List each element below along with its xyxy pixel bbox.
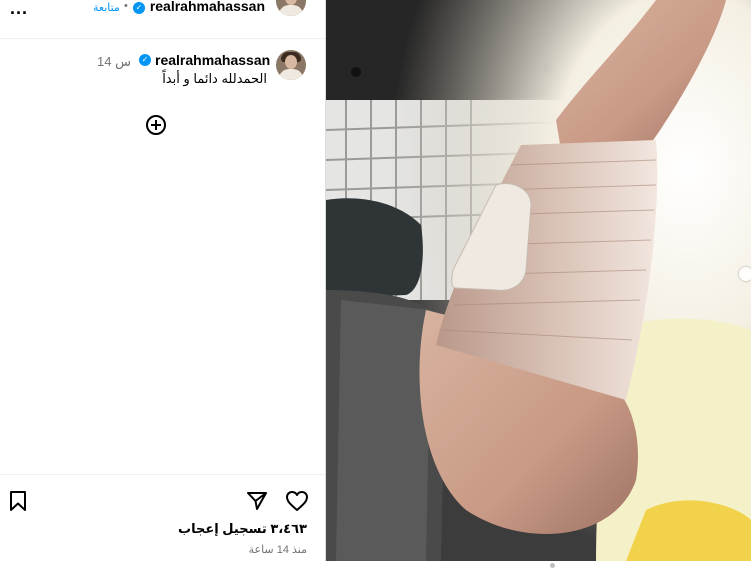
caption-text: الحمدلله دائما و أبداً — [162, 71, 267, 86]
header-username[interactable]: realrahmahassan — [150, 0, 265, 14]
add-comment-icon[interactable] — [146, 115, 166, 135]
divider — [0, 474, 325, 475]
share-icon[interactable] — [246, 490, 268, 512]
header-avatar[interactable] — [276, 0, 306, 16]
caption-username[interactable]: realrahmahassan — [155, 52, 270, 68]
verified-icon: ✓ — [133, 2, 145, 14]
post-header: ... متابعة • ✓ realrahmahassan — [0, 0, 325, 39]
next-arrow-icon[interactable] — [739, 267, 751, 281]
likes-count[interactable]: ٣،٤٦٣ تسجيل إعجاب — [178, 521, 307, 537]
photo-illustration — [326, 0, 751, 561]
post-side-panel: ... متابعة • ✓ realrahmahassan 14 س ✓ re… — [0, 0, 326, 561]
carousel-dot-active — [542, 563, 547, 568]
more-options-icon[interactable]: ... — [10, 0, 28, 17]
post-photo — [326, 0, 751, 561]
carousel-indicator — [542, 555, 558, 573]
caption-time: 14 س — [97, 54, 131, 69]
post-time-ago: منذ 14 ساعة — [248, 544, 307, 556]
separator-dot: • — [124, 0, 128, 12]
caption-avatar[interactable] — [276, 50, 306, 80]
heart-icon[interactable] — [285, 490, 309, 512]
follow-button[interactable]: متابعة — [93, 1, 120, 14]
verified-icon: ✓ — [139, 54, 151, 66]
bookmark-icon[interactable] — [8, 490, 28, 512]
carousel-dot — [550, 563, 555, 568]
